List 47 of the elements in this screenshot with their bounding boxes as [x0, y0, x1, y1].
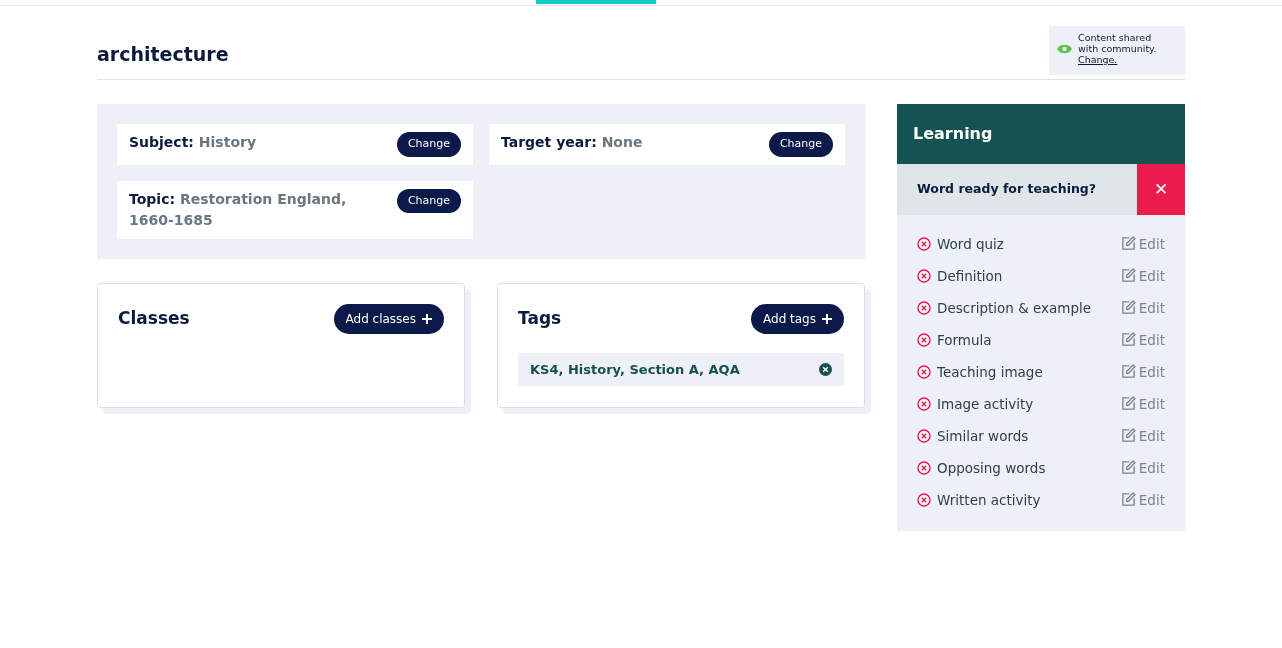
edit-icon [1120, 236, 1136, 252]
add-tags-button[interactable]: Add tags [751, 303, 844, 334]
edit-icon [1120, 300, 1136, 316]
checklist-label: Formula [937, 330, 992, 350]
edit-button[interactable]: Edit [1120, 393, 1165, 414]
edit-button[interactable]: Edit [1120, 265, 1165, 286]
change-button[interactable]: Change [396, 188, 461, 213]
edit-icon [1120, 428, 1136, 444]
checklist-label: Word quiz [937, 234, 1004, 254]
edit-button[interactable]: Edit [1120, 329, 1165, 350]
sharing-text: Content shared with community. [1078, 32, 1157, 54]
checklist-label: Description & example [937, 298, 1092, 318]
edit-icon [1120, 396, 1136, 412]
card-title: Tags [518, 306, 562, 330]
property-text: Topic: Restoration England, 1660-1685 [129, 189, 348, 230]
property-text: Target year: None [501, 133, 643, 152]
edit-button[interactable]: Edit [1120, 425, 1165, 446]
change-link[interactable]: Change. [1078, 53, 1118, 65]
checklist-label: Teaching image [937, 362, 1043, 382]
edit-icon [1120, 364, 1136, 380]
change-button[interactable]: Change [768, 132, 833, 157]
edit-button[interactable]: Edit [1120, 457, 1165, 478]
edit-button[interactable]: Edit [1120, 233, 1165, 254]
edit-icon [1120, 268, 1136, 284]
edit-icon [1120, 492, 1136, 508]
ready-toggle-button[interactable]: ✕ [1137, 164, 1185, 215]
edit-icon [1120, 332, 1136, 348]
checklist-label: Written activity [937, 490, 1041, 510]
checklist-label: Image activity [937, 394, 1034, 414]
plus-icon [422, 311, 432, 326]
card-title: Classes [118, 306, 190, 330]
checklist-label: Similar words [937, 426, 1029, 446]
change-button[interactable]: Change [396, 132, 461, 157]
edit-button[interactable]: Edit [1120, 297, 1165, 318]
panel-header: Learning [897, 104, 1185, 164]
tag-text: KS4, History, Section A, AQA [530, 360, 740, 379]
checklist-label: Definition [937, 266, 1003, 286]
checklist-label: Opposing words [937, 458, 1046, 478]
edit-button[interactable]: Edit [1120, 361, 1165, 382]
plus-icon [822, 311, 832, 326]
ready-question: Word ready for teaching? [916, 180, 1098, 198]
remove-icon[interactable] [819, 362, 832, 376]
edit-button[interactable]: Edit [1120, 489, 1165, 510]
add-classes-button[interactable]: Add classes [333, 303, 444, 334]
property-text: Subject: History [129, 133, 257, 152]
edit-icon [1120, 460, 1136, 476]
page-title: architecture [97, 42, 229, 67]
